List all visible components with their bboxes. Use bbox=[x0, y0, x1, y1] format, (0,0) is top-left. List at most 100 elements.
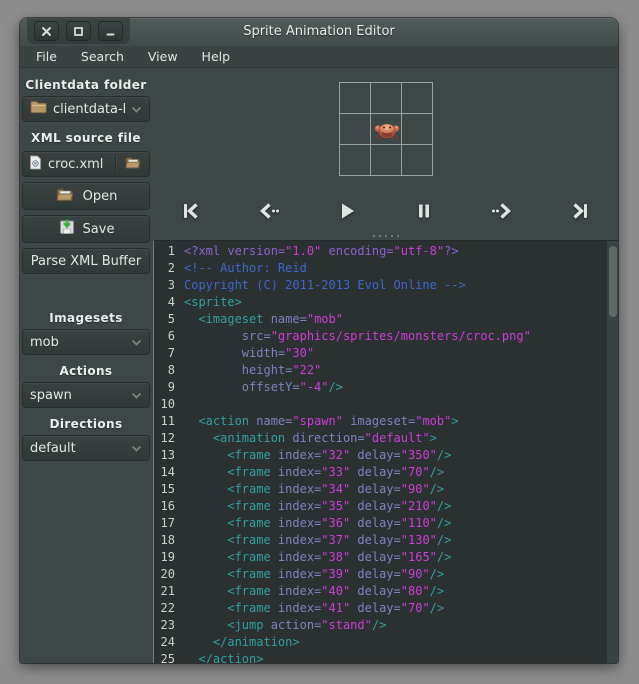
xml-file-icon bbox=[29, 155, 42, 174]
clientdata-folder-value: clientdata-beta bbox=[53, 102, 125, 117]
line-number: 21 bbox=[154, 583, 180, 600]
code-line: <animation direction="default"> bbox=[184, 430, 606, 447]
grid-cell bbox=[371, 83, 401, 113]
previous-frame-button[interactable] bbox=[231, 199, 309, 223]
grid-cell bbox=[371, 145, 401, 175]
xml-file-row[interactable]: croc.xml bbox=[22, 151, 150, 177]
actions-select[interactable]: spawn bbox=[22, 382, 150, 408]
code-line: <frame index="34" delay="90"/> bbox=[184, 481, 606, 498]
line-number: 4 bbox=[154, 294, 180, 311]
imagesets-value: mob bbox=[30, 335, 125, 350]
code-line: <frame index="33" delay="70"/> bbox=[184, 464, 606, 481]
code-line: </animation> bbox=[184, 634, 606, 651]
code-line: Copyright (C) 2011-2013 Evol Online --> bbox=[184, 277, 606, 294]
grid-cell bbox=[402, 83, 432, 113]
skip-to-end-icon bbox=[567, 199, 591, 223]
directions-value: default bbox=[30, 441, 125, 456]
scrollbar-thumb[interactable] bbox=[609, 246, 617, 317]
save-icon bbox=[58, 218, 76, 240]
open-button[interactable]: Open bbox=[22, 182, 150, 210]
editor-scrollbar[interactable] bbox=[606, 241, 618, 663]
actions-label: Actions bbox=[22, 364, 150, 378]
preview-grid bbox=[339, 82, 433, 176]
main-area: 1234567891011121314151617181920212223242… bbox=[153, 69, 618, 663]
menu-item-search[interactable]: Search bbox=[71, 47, 134, 66]
line-number-gutter: 1234567891011121314151617181920212223242… bbox=[154, 241, 180, 663]
play-button[interactable] bbox=[308, 199, 386, 223]
code-line: <frame index="39" delay="90"/> bbox=[184, 566, 606, 583]
code-line: width="30" bbox=[184, 345, 606, 362]
sidebar: Clientdata folder clientdata-beta XML so… bbox=[20, 69, 153, 663]
grid-cell bbox=[402, 145, 432, 175]
line-number: 19 bbox=[154, 549, 180, 566]
chevron-down-icon bbox=[131, 335, 142, 350]
line-number: 22 bbox=[154, 600, 180, 617]
grid-cell bbox=[402, 114, 432, 144]
line-number: 10 bbox=[154, 396, 180, 413]
code-line: height="22" bbox=[184, 362, 606, 379]
xml-code-editor[interactable]: 1234567891011121314151617181920212223242… bbox=[153, 240, 618, 663]
imagesets-label: Imagesets bbox=[22, 311, 150, 325]
code-line: <frame index="40" delay="80"/> bbox=[184, 583, 606, 600]
line-number: 3 bbox=[154, 277, 180, 294]
line-number: 8 bbox=[154, 362, 180, 379]
chevron-down-icon bbox=[131, 102, 142, 117]
code-line: <frame index="38" delay="165"/> bbox=[184, 549, 606, 566]
directions-select[interactable]: default bbox=[22, 435, 150, 461]
code-line: <imageset name="mob" bbox=[184, 311, 606, 328]
menu-item-file[interactable]: File bbox=[26, 47, 67, 66]
line-number: 12 bbox=[154, 430, 180, 447]
crab-sprite bbox=[372, 119, 402, 145]
code-line: <sprite> bbox=[184, 294, 606, 311]
save-button[interactable]: Save bbox=[22, 215, 150, 243]
code-line: offsetY="-4"/> bbox=[184, 379, 606, 396]
code-area[interactable]: <?xml version="1.0" encoding="utf-8"?><!… bbox=[180, 241, 606, 663]
line-number: 13 bbox=[154, 447, 180, 464]
code-line: <?xml version="1.0" encoding="utf-8"?> bbox=[184, 243, 606, 260]
code-line: <frame index="37" delay="130"/> bbox=[184, 532, 606, 549]
menu-item-help[interactable]: Help bbox=[192, 47, 241, 66]
line-number: 16 bbox=[154, 498, 180, 515]
folder-open-icon bbox=[124, 155, 143, 173]
grid-cell bbox=[340, 83, 370, 113]
parse-xml-button-label: Parse XML Buffer bbox=[31, 254, 141, 269]
play-icon bbox=[335, 199, 359, 223]
clientdata-folder-select[interactable]: clientdata-beta bbox=[22, 96, 150, 122]
code-line: <frame index="32" delay="350"/> bbox=[184, 447, 606, 464]
line-number: 18 bbox=[154, 532, 180, 549]
window-title: Sprite Animation Editor bbox=[20, 18, 618, 46]
divider bbox=[115, 155, 116, 173]
skip-to-end-button[interactable] bbox=[541, 199, 619, 223]
open-button-label: Open bbox=[83, 189, 118, 204]
previous-frame-icon bbox=[257, 199, 281, 223]
line-number: 9 bbox=[154, 379, 180, 396]
desktop: Sprite Animation Editor FileSearchViewHe… bbox=[0, 0, 639, 684]
xml-file-name: croc.xml bbox=[48, 157, 109, 172]
next-frame-button[interactable] bbox=[463, 199, 541, 223]
imagesets-select[interactable]: mob bbox=[22, 329, 150, 355]
pause-button[interactable] bbox=[386, 199, 464, 223]
splitter-handle[interactable] bbox=[153, 231, 618, 240]
save-button-label: Save bbox=[83, 222, 115, 237]
code-line: src="graphics/sprites/monsters/croc.png" bbox=[184, 328, 606, 345]
skip-to-start-button[interactable] bbox=[153, 199, 231, 223]
pause-icon bbox=[412, 199, 436, 223]
titlebar[interactable]: Sprite Animation Editor bbox=[20, 18, 618, 46]
clientdata-folder-label: Clientdata folder bbox=[22, 78, 150, 92]
browse-button[interactable] bbox=[122, 153, 145, 175]
xml-source-label: XML source file bbox=[22, 131, 150, 145]
parse-xml-button[interactable]: Parse XML Buffer bbox=[22, 248, 150, 274]
app-window: Sprite Animation Editor FileSearchViewHe… bbox=[20, 18, 618, 663]
line-number: 15 bbox=[154, 481, 180, 498]
open-folder-icon bbox=[55, 186, 76, 207]
code-line: <frame index="35" delay="210"/> bbox=[184, 498, 606, 515]
skip-to-start-icon bbox=[180, 199, 204, 223]
line-number: 5 bbox=[154, 311, 180, 328]
menu-item-view[interactable]: View bbox=[138, 47, 188, 66]
code-line: </action> bbox=[184, 651, 606, 663]
line-number: 24 bbox=[154, 634, 180, 651]
sprite-preview bbox=[153, 82, 618, 176]
line-number: 25 bbox=[154, 651, 180, 663]
grid-cell bbox=[340, 114, 370, 144]
line-number: 7 bbox=[154, 345, 180, 362]
